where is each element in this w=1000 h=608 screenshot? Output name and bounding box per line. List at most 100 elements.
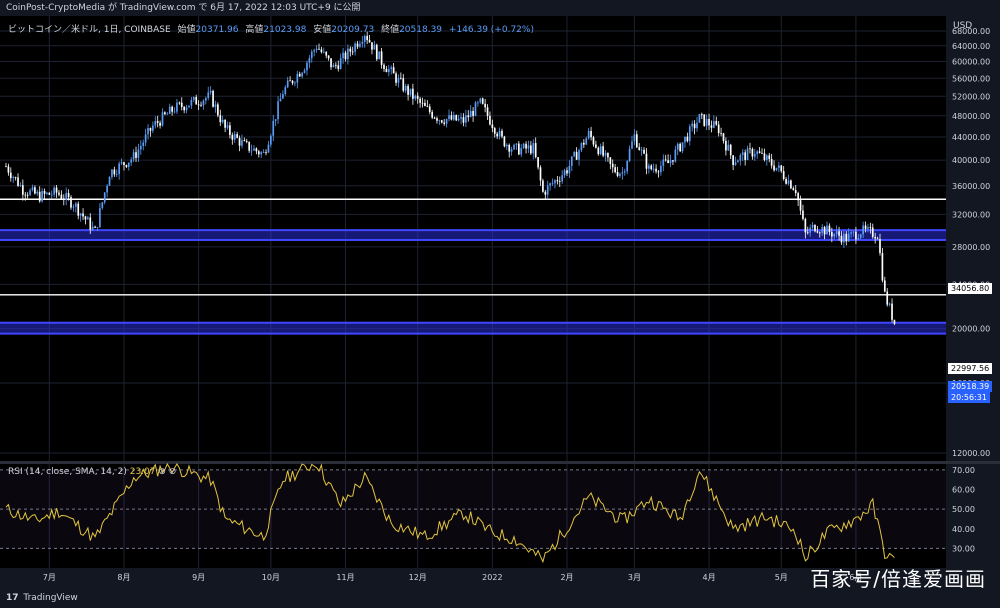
rsi-legend: RSI (14, close, SMA, 14, 2) 23.07 ⊘ ⊘	[8, 467, 176, 477]
candle-body	[130, 159, 133, 163]
candle-body	[493, 128, 496, 134]
candle-body	[253, 148, 255, 151]
candle-body	[720, 133, 722, 134]
candle-body	[785, 178, 787, 184]
candle-body	[436, 118, 438, 121]
candle-body	[286, 80, 289, 88]
level-low-badge: 22997.56	[948, 363, 993, 374]
candle-body	[416, 95, 419, 99]
candle-body	[855, 231, 857, 240]
candle-body	[255, 148, 258, 152]
low-value: 20209.73	[331, 25, 375, 35]
candle-body	[84, 216, 87, 220]
candle-body	[503, 136, 506, 147]
candle-body	[729, 144, 732, 156]
symbol-label[interactable]: ビットコイン／米ドル, 1日, COINBASE	[8, 25, 171, 35]
candle-body	[414, 95, 417, 99]
x-tick-label: 7月	[43, 573, 56, 582]
tradingview-logo[interactable]: 17 TradingView	[6, 588, 78, 608]
candle-body	[262, 152, 265, 153]
candle-body	[229, 125, 231, 135]
candle-body	[578, 150, 580, 160]
candle-body	[224, 119, 226, 128]
candle-body	[19, 185, 22, 186]
candle-body	[144, 134, 147, 143]
candle-body	[212, 90, 214, 107]
candle-body	[149, 127, 152, 131]
candle-body	[465, 115, 467, 123]
candle-body	[715, 121, 718, 125]
candle-body	[455, 114, 458, 121]
candle-body	[375, 44, 378, 60]
candle-body	[652, 168, 655, 170]
candle-body	[583, 142, 585, 145]
candle-body	[22, 185, 24, 195]
candle-body	[570, 156, 573, 166]
candle-body	[479, 98, 482, 103]
candle-body	[9, 172, 12, 179]
candle-body	[573, 151, 576, 157]
candle-body	[260, 152, 263, 155]
candle-body	[888, 303, 891, 305]
candle-body	[241, 140, 243, 146]
currency-label[interactable]: USD	[953, 21, 972, 31]
candle-body	[339, 58, 342, 69]
candle-body	[631, 141, 633, 149]
candle-body	[245, 140, 248, 142]
candle-body	[696, 122, 698, 129]
candle-body	[120, 162, 123, 164]
candle-body	[106, 185, 108, 193]
candle-body	[787, 180, 790, 184]
y-tick-label: 60000.00	[952, 57, 990, 66]
candle-body	[599, 146, 602, 155]
candle-body	[732, 155, 734, 165]
candle-body	[662, 159, 665, 166]
y-tick-label: 12000.00	[952, 449, 990, 458]
candle-body	[209, 90, 212, 93]
candle-body	[77, 203, 80, 216]
candle-body	[809, 227, 812, 233]
candle-body	[371, 42, 373, 50]
open-label: 始値	[177, 25, 196, 35]
candle-body	[359, 43, 361, 47]
chart-canvas[interactable]: 7月 8月 9月 10月 11月 12月 2022 2月 3月 4月 5月 6月68000.00640…	[0, 16, 1000, 588]
candle-body	[282, 93, 284, 99]
close-value: 20518.39	[399, 25, 443, 35]
candle-body	[628, 148, 631, 161]
x-tick-label: 10月	[262, 573, 280, 582]
candle-body	[409, 88, 412, 95]
candle-body	[674, 149, 677, 162]
candle-body	[330, 58, 332, 68]
candle-body	[607, 152, 609, 158]
candle-body	[385, 68, 388, 73]
candle-body	[426, 106, 429, 107]
candle-body	[202, 100, 205, 106]
candle-body	[351, 51, 354, 53]
y-tick-label: 44000.00	[952, 133, 990, 142]
candle-body	[171, 106, 173, 112]
candle-body	[373, 44, 376, 50]
candle-body	[402, 78, 405, 91]
candle-body	[727, 144, 730, 151]
candle-body	[852, 231, 855, 233]
candle-body	[857, 237, 860, 240]
candle-body	[597, 147, 600, 155]
candle-body	[782, 171, 785, 179]
eye-icon[interactable]: ⊘	[158, 467, 166, 477]
high-label: 高値	[245, 25, 264, 35]
candle-body	[686, 136, 689, 142]
candle-body	[713, 121, 715, 128]
candle-body	[616, 172, 619, 176]
candle-body	[233, 134, 236, 140]
settings-icon[interactable]: ⊘	[169, 467, 177, 477]
candle-body	[717, 124, 720, 134]
rsi-legend-text[interactable]: RSI (14, close, SMA, 14, 2)	[8, 467, 127, 477]
candle-body	[318, 48, 320, 50]
candle-body	[633, 134, 636, 142]
candle-body	[544, 191, 547, 195]
candle-body	[838, 231, 840, 236]
candle-body	[183, 106, 186, 111]
candle-body	[7, 166, 10, 173]
candle-body	[173, 111, 176, 113]
candle-body	[433, 117, 436, 119]
